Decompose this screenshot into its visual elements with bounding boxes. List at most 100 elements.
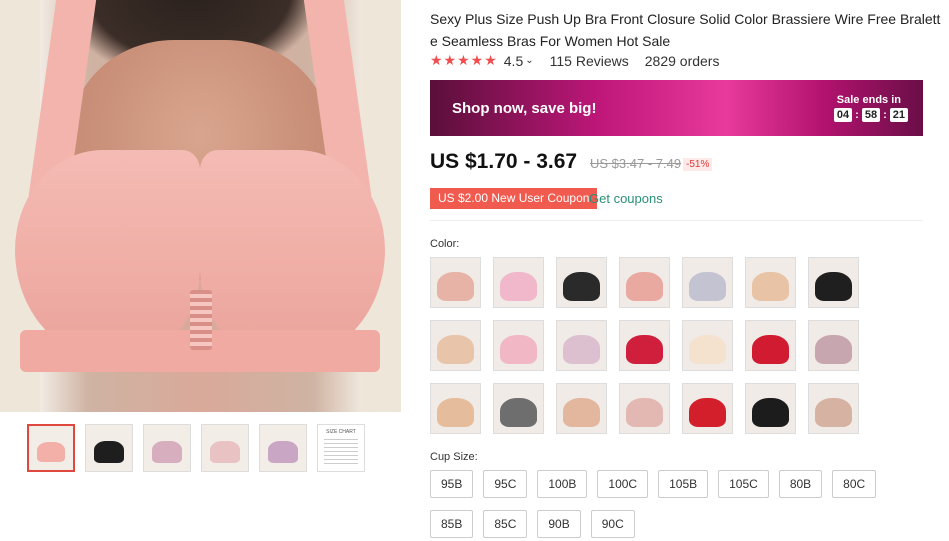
swatch-product-shape: [815, 335, 852, 364]
size-option-80c[interactable]: 80C: [832, 470, 877, 498]
swatch-product-shape: [563, 335, 600, 364]
thumbnail-1[interactable]: [27, 424, 75, 472]
color-swatch-grid: [430, 257, 859, 434]
promo-headline: Shop now, save big!: [452, 100, 597, 117]
color-swatch-13[interactable]: [745, 320, 796, 371]
color-swatch-1[interactable]: [430, 257, 481, 308]
new-user-coupon-tag[interactable]: US $2.00 New User Coupon: [430, 188, 598, 209]
timer-separator: :: [855, 109, 859, 121]
swatch-product-shape: [626, 398, 663, 427]
bra-cup-left: [15, 150, 200, 360]
swatch-product-shape: [815, 398, 852, 427]
get-coupons-link[interactable]: Get coupons: [589, 191, 663, 206]
swatch-product-shape: [500, 272, 537, 301]
thumbnail-product-shape: [268, 441, 298, 463]
cup-size-label: Cup Size:: [430, 451, 478, 463]
swatch-product-shape: [500, 398, 537, 427]
color-label: Color:: [430, 238, 460, 250]
color-swatch-8[interactable]: [430, 320, 481, 371]
thumbnail-product-shape: [152, 441, 182, 463]
timer-separator: :: [883, 109, 887, 121]
color-swatch-6[interactable]: [745, 257, 796, 308]
size-option-105c[interactable]: 105C: [718, 470, 769, 498]
swatch-product-shape: [689, 398, 726, 427]
color-swatch-9[interactable]: [493, 320, 544, 371]
swatch-product-shape: [563, 398, 600, 427]
swatch-product-shape: [689, 272, 726, 301]
color-swatch-17[interactable]: [556, 383, 607, 434]
sale-ends-label: Sale ends in: [836, 94, 901, 106]
swatch-product-shape: [752, 272, 789, 301]
thumbnail-5[interactable]: [259, 424, 307, 472]
thumbnail-size-chart[interactable]: SIZE CHART: [317, 424, 365, 472]
size-option-90b[interactable]: 90B: [537, 510, 581, 538]
swatch-product-shape: [626, 272, 663, 301]
product-title: Sexy Plus Size Push Up Bra Front Closure…: [430, 11, 941, 49]
swatch-product-shape: [563, 272, 600, 301]
swatch-product-shape: [752, 398, 789, 427]
rating-row: ★★★★★ 4.5 ⌄ 115 Reviews 2829 orders: [430, 52, 719, 69]
reviews-link[interactable]: 115 Reviews: [550, 53, 629, 69]
thumbnail-product-shape: [37, 442, 65, 462]
size-option-105b[interactable]: 105B: [658, 470, 709, 498]
discount-badge: -51%: [683, 158, 713, 171]
swatch-product-shape: [689, 335, 726, 364]
size-option-85b[interactable]: 85B: [430, 510, 474, 538]
color-swatch-7[interactable]: [808, 257, 859, 308]
color-swatch-2[interactable]: [493, 257, 544, 308]
timer-hours: 04: [833, 108, 853, 122]
size-chart-caption: SIZE CHART: [326, 429, 356, 435]
size-row: 95B 95C 100B 100C 105B 105C 80B 80C: [430, 470, 900, 498]
swatch-product-shape: [815, 272, 852, 301]
size-row: 85B 85C 90B 90C: [430, 510, 900, 538]
thumbnail-4[interactable]: [201, 424, 249, 472]
original-price: US $3.47 - 7.49: [590, 156, 682, 171]
color-swatch-5[interactable]: [682, 257, 733, 308]
swatch-product-shape: [752, 335, 789, 364]
color-swatch-3[interactable]: [556, 257, 607, 308]
size-option-95b[interactable]: 95B: [430, 470, 474, 498]
color-swatch-10[interactable]: [556, 320, 607, 371]
chevron-down-icon[interactable]: ⌄: [525, 55, 533, 66]
color-swatch-18[interactable]: [619, 383, 670, 434]
swatch-product-shape: [437, 335, 474, 364]
divider: [430, 220, 923, 221]
timer-minutes: 58: [861, 108, 881, 122]
timer-seconds: 21: [889, 108, 908, 122]
rating-value[interactable]: 4.5: [504, 53, 523, 69]
color-swatch-20[interactable]: [745, 383, 796, 434]
color-swatch-21[interactable]: [808, 383, 859, 434]
orders-count: 2829 orders: [644, 52, 720, 69]
size-option-90c[interactable]: 90C: [590, 510, 635, 538]
color-swatch-12[interactable]: [682, 320, 733, 371]
thumbnail-product-shape: [94, 441, 124, 463]
swatch-product-shape: [437, 398, 474, 427]
size-option-95c[interactable]: 95C: [483, 470, 528, 498]
current-price: US $1.70 - 3.67: [430, 150, 578, 173]
color-swatch-16[interactable]: [493, 383, 544, 434]
size-option-80b[interactable]: 80B: [778, 470, 823, 498]
front-closure-hooks: [190, 290, 212, 350]
cup-size-options: 95B 95C 100B 100C 105B 105C 80B 80C 85B 85C 90B 90C: [430, 470, 900, 541]
color-swatch-4[interactable]: [619, 257, 670, 308]
thumbnail-strip: SIZE CHART: [27, 424, 365, 472]
color-swatch-11[interactable]: [619, 320, 670, 371]
main-product-image[interactable]: [0, 0, 401, 412]
swatch-product-shape: [437, 272, 474, 301]
swatch-product-shape: [626, 335, 663, 364]
size-option-85c[interactable]: 85C: [483, 510, 528, 538]
size-option-100c[interactable]: 100C: [597, 470, 649, 498]
countdown-timer: 04 : 58 : 21: [833, 108, 908, 122]
thumbnail-product-shape: [210, 441, 240, 463]
size-chart-lines: [324, 439, 358, 465]
swatch-product-shape: [500, 335, 537, 364]
size-option-100b[interactable]: 100B: [537, 470, 588, 498]
color-swatch-15[interactable]: [430, 383, 481, 434]
thumbnail-2[interactable]: [85, 424, 133, 472]
promo-banner[interactable]: Shop now, save big! Sale ends in 04 : 58…: [430, 80, 923, 136]
thumbnail-3[interactable]: [143, 424, 191, 472]
color-swatch-19[interactable]: [682, 383, 733, 434]
color-swatch-14[interactable]: [808, 320, 859, 371]
star-rating-icon: ★★★★★: [430, 52, 498, 68]
bra-cup-right: [200, 150, 385, 360]
